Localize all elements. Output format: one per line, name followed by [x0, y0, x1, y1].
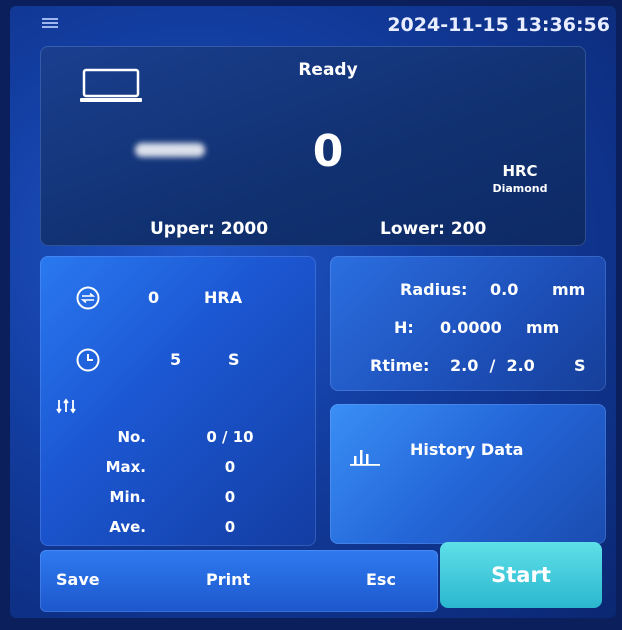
device-screen: 2024-11-15 13:36:56 Ready 0 HRC Diamond … [10, 6, 616, 618]
radius-label: Radius: [400, 280, 468, 299]
rtime-label: Rtime: [370, 356, 430, 375]
stats-value-max: 0 [224, 458, 236, 476]
conversion-icon[interactable] [76, 286, 100, 310]
stats-label-ave: Ave. [109, 518, 146, 536]
h-label: H: [394, 318, 414, 337]
clock-icon[interactable] [76, 348, 100, 372]
status-text: Ready [298, 60, 358, 80]
indenter-label: Diamond [492, 182, 548, 195]
history-chart-icon [350, 450, 380, 466]
stats-value-min: 0 [224, 488, 236, 506]
radius-unit: mm [552, 280, 586, 299]
stats-value-ave: 0 [224, 518, 236, 536]
start-button[interactable]: Start [440, 542, 602, 608]
stats-label-no: No. [117, 428, 146, 446]
rtime-value[interactable]: 2.0 / 2.0 [450, 356, 535, 375]
rtime-unit: S [574, 356, 586, 375]
h-unit: mm [526, 318, 560, 337]
menu-icon[interactable] [42, 18, 58, 28]
esc-button[interactable]: Esc [366, 570, 396, 589]
sort-icon [56, 398, 76, 414]
history-data-label: History Data [410, 440, 524, 459]
hardness-display-panel: Ready 0 HRC Diamond Upper: 2000 Lower: 2… [40, 46, 586, 246]
h-value: 0.0000 [440, 318, 502, 337]
datetime: 2024-11-15 13:36:56 [387, 14, 610, 36]
stats-label-min: Min. [109, 488, 146, 506]
save-button[interactable]: Save [56, 570, 100, 589]
print-button[interactable]: Print [206, 570, 250, 589]
radius-value[interactable]: 0.0 [490, 280, 518, 299]
bottom-toolbar: Save Print Esc [40, 550, 438, 612]
dwell-unit: S [228, 350, 240, 369]
measurement-panel: Radius: 0.0 mm H: 0.0000 mm Rtime: 2.0 /… [330, 256, 606, 391]
conversion-value: 0 [148, 288, 160, 307]
history-data-button[interactable]: History Data [330, 404, 606, 544]
conversion-unit[interactable]: HRA [204, 288, 242, 307]
stats-label-max: Max. [105, 458, 146, 476]
settings-panel: 0 HRA 5 S No. 0 / 10 Max. 0 Min. 0 Ave. … [40, 256, 316, 546]
upper-limit[interactable]: Upper: 2000 [150, 219, 268, 239]
scale-label[interactable]: HRC [480, 162, 560, 180]
stats-value-no: 0 / 10 [206, 428, 254, 446]
dwell-value[interactable]: 5 [170, 350, 181, 369]
lower-limit[interactable]: Lower: 200 [380, 219, 486, 239]
